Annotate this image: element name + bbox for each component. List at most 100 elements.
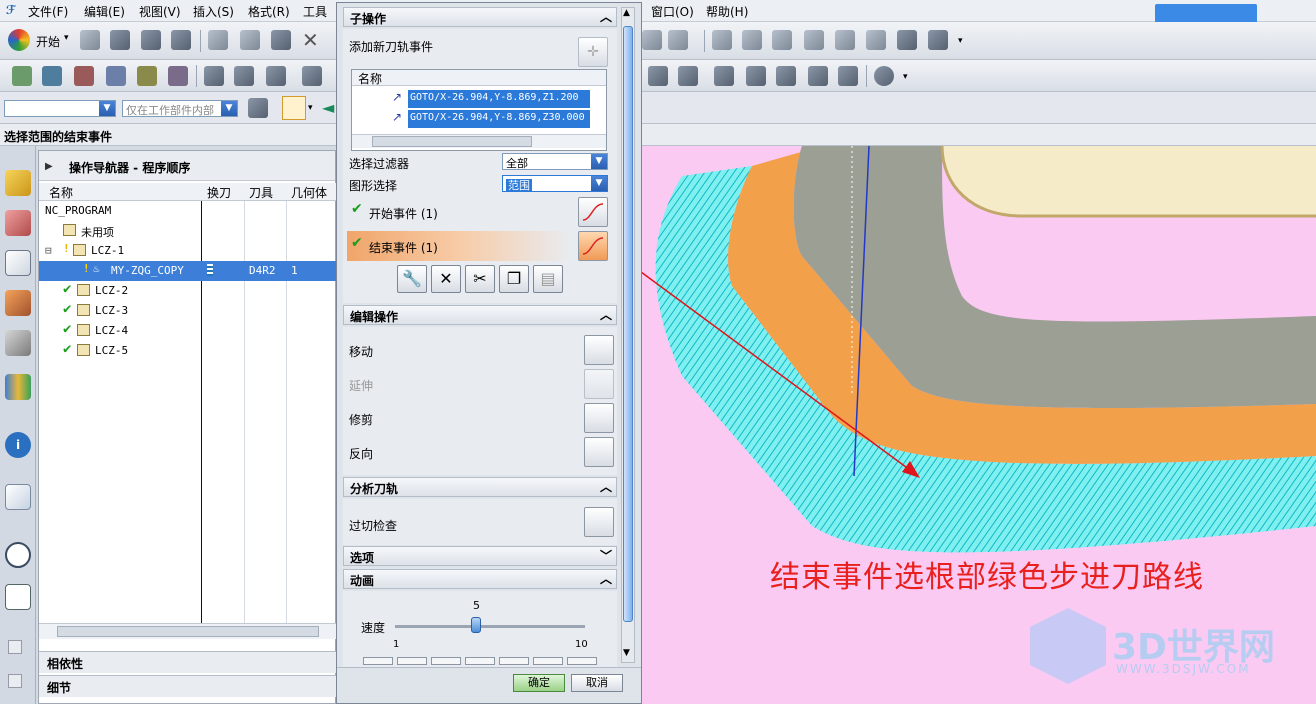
paste-icon[interactable]: ▤	[533, 265, 563, 293]
scroll-up-button[interactable]	[8, 640, 22, 654]
tree-row[interactable]: ✔ LCZ-5	[39, 341, 337, 361]
delete-icon[interactable]: ✕	[302, 28, 319, 52]
collapse-up-icon[interactable]: ︿	[600, 8, 612, 25]
tree-row[interactable]: ✔ LCZ-2	[39, 281, 337, 301]
ok-button[interactable]: 确定	[513, 674, 565, 692]
dependencies-panel[interactable]: 相依性	[39, 651, 337, 673]
selection-options-icon[interactable]	[248, 98, 268, 118]
delete-icon[interactable]: ✕	[431, 265, 461, 293]
toolpath-icon[interactable]	[776, 66, 796, 86]
playback-button[interactable]	[431, 657, 461, 665]
start-event-select-button[interactable]	[578, 197, 608, 227]
line-icon[interactable]	[712, 30, 732, 50]
arrow-left-icon[interactable]: ◄	[322, 98, 334, 117]
cut-icon[interactable]: ✂	[465, 265, 495, 293]
speed-slider-thumb[interactable]	[471, 617, 481, 633]
spline-icon[interactable]	[772, 30, 792, 50]
scroll-down-button[interactable]	[8, 674, 22, 688]
menu-edit[interactable]: 编辑(E)	[84, 3, 125, 20]
constraint-navigator-icon[interactable]	[5, 210, 31, 236]
section-edit-operations[interactable]: 编辑操作 ︿	[343, 305, 617, 325]
info-icon[interactable]: i	[5, 432, 31, 458]
tree-row[interactable]: ⊟ ! LCZ-1	[39, 241, 337, 261]
menu-tools[interactable]: 工具	[303, 3, 327, 20]
tree-row[interactable]: NC_PROGRAM	[39, 201, 337, 221]
scroll-up-arrow-icon[interactable]: ▲	[623, 8, 630, 18]
machine-tool-navigator-icon[interactable]	[5, 290, 31, 316]
section-animation[interactable]: 动画 ︿	[343, 569, 617, 589]
arc-icon[interactable]	[742, 30, 762, 50]
save-icon[interactable]	[141, 30, 161, 50]
print-icon[interactable]	[171, 30, 191, 50]
toolpath-icon[interactable]	[838, 66, 858, 86]
chevron-down-icon[interactable]: ▾	[903, 72, 908, 82]
chevron-down-icon[interactable]: ▾	[64, 33, 69, 43]
menu-file[interactable]: 文件(F)	[28, 3, 68, 20]
type-filter-combo[interactable]: ▼	[4, 100, 116, 117]
open-file-icon[interactable]	[110, 30, 130, 50]
chevron-down-icon[interactable]: ▾	[308, 103, 313, 113]
playback-button[interactable]	[465, 657, 495, 665]
scroll-down-arrow-icon[interactable]: ▼	[623, 648, 630, 658]
section-sub-operations[interactable]: 子操作 ︿	[343, 7, 617, 27]
section-options[interactable]: 选项 ﹀	[343, 546, 617, 566]
playback-button[interactable]	[533, 657, 563, 665]
copy-icon[interactable]: ❐	[499, 265, 529, 293]
section-analyze-toolpath[interactable]: 分析刀轨 ︿	[343, 477, 617, 497]
playback-button[interactable]	[567, 657, 597, 665]
offset-curve-icon[interactable]	[835, 30, 855, 50]
column-geometry[interactable]: 几何体	[291, 184, 327, 201]
wrench-icon[interactable]: 🔧	[397, 265, 427, 293]
collapse-up-icon[interactable]: ︿	[600, 478, 612, 495]
scrollbar-thumb[interactable]	[623, 26, 633, 622]
extrude-icon[interactable]	[897, 30, 917, 50]
part-navigator-icon[interactable]	[5, 330, 31, 356]
curve-tool-icon[interactable]	[642, 30, 662, 50]
collapse-up-icon[interactable]: ︿	[600, 306, 612, 323]
column-tool[interactable]: 刀具	[249, 184, 273, 201]
toolpath-icon[interactable]	[302, 66, 322, 86]
roles-list-icon[interactable]	[5, 584, 31, 610]
toolpath-icon[interactable]	[204, 66, 224, 86]
expand-down-icon[interactable]: ﹀	[600, 547, 612, 564]
tree-row[interactable]: ✔ LCZ-3	[39, 301, 337, 321]
web-browser-icon[interactable]	[5, 484, 31, 510]
horizontal-scrollbar[interactable]	[39, 623, 337, 639]
operation-icon[interactable]	[168, 66, 188, 86]
event-list[interactable]: 名称 GOTO/X-26.904,Y-8.869,Z1.200 GOTO/X-2…	[351, 69, 607, 151]
toolpath-icon[interactable]	[678, 66, 698, 86]
add-event-button[interactable]: ✛	[578, 37, 608, 67]
start-menu-label[interactable]: 开始	[36, 33, 60, 50]
column-tool-change[interactable]: 换刀	[207, 184, 231, 201]
event-item-selected[interactable]: GOTO/X-26.904,Y-8.869,Z1.200	[408, 90, 590, 108]
toolpath-icon[interactable]	[714, 66, 734, 86]
tree-row[interactable]: ✔ LCZ-4	[39, 321, 337, 341]
scrollbar-thumb[interactable]	[372, 136, 532, 147]
menu-window[interactable]: 窗口(O)	[651, 3, 694, 20]
collapse-up-icon[interactable]: ︿	[600, 570, 612, 587]
chevron-down-icon[interactable]: ▾	[958, 36, 963, 46]
toolpath-icon[interactable]	[808, 66, 828, 86]
operation-icon[interactable]	[42, 66, 62, 86]
new-file-icon[interactable]	[80, 30, 100, 50]
toolpath-icon[interactable]	[266, 66, 286, 86]
assembly-navigator-icon[interactable]	[5, 170, 31, 196]
solid-icon[interactable]	[928, 30, 948, 50]
start-icon[interactable]	[8, 29, 30, 51]
sketch-icon[interactable]	[804, 30, 824, 50]
event-list-scrollbar[interactable]	[352, 134, 606, 148]
menu-insert[interactable]: 插入(S)	[193, 3, 234, 20]
operation-icon[interactable]	[12, 66, 32, 86]
reverse-button[interactable]	[584, 437, 614, 467]
filter-select[interactable]: 全部 ▼	[502, 153, 608, 170]
move-button[interactable]	[584, 335, 614, 365]
trim-button[interactable]	[584, 403, 614, 433]
collapse-icon[interactable]: ⊟	[45, 244, 52, 257]
playback-button[interactable]	[397, 657, 427, 665]
menu-help[interactable]: 帮助(H)	[706, 3, 748, 20]
paste-icon[interactable]	[271, 30, 291, 50]
playback-button[interactable]	[363, 657, 393, 665]
gear-icon[interactable]	[874, 66, 894, 86]
end-event-select-button[interactable]	[578, 231, 608, 261]
operation-icon[interactable]	[106, 66, 126, 86]
